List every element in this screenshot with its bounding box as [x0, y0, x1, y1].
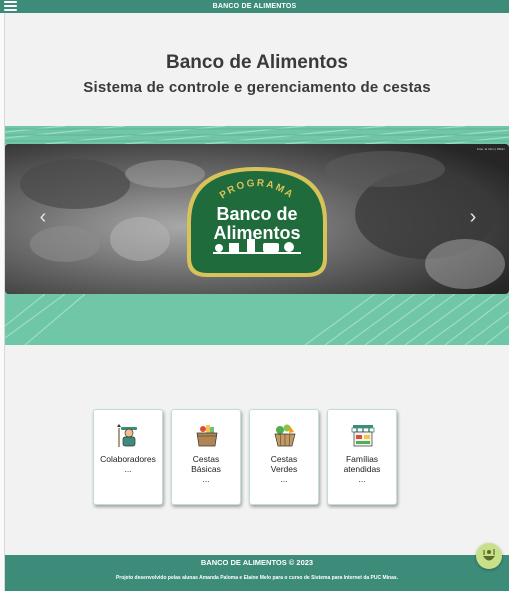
grocery-box-icon [196, 425, 218, 447]
summary-cards: Colaboradores ... Cestas Básicas ... Ces… [93, 409, 397, 505]
photo-credit: Foto: la Vinci | Wikim [477, 147, 505, 151]
logo-line-1: Banco de [216, 204, 298, 224]
footer-title: BANCO DE ALIMENTOS © 2023 [200, 558, 314, 567]
card-label: Colaboradores ... [94, 454, 162, 474]
logo-line-2: Alimentos [213, 223, 301, 243]
card-value: ... [280, 474, 288, 484]
card-colaboradores[interactable]: Colaboradores ... [93, 409, 163, 505]
card-familias-atendidas[interactable]: Famílias atendidas ... [327, 409, 397, 505]
card-label: Cestas Verdes ... [250, 454, 318, 484]
card-cestas-verdes[interactable]: Cestas Verdes ... [249, 409, 319, 505]
program-logo: PROGRAMA Banco de Alimentos [177, 159, 337, 283]
farmer-icon [117, 424, 137, 447]
page-subtitle: Sistema de controle e gerenciamento de c… [83, 79, 431, 96]
card-label: Cestas Básicas ... [172, 454, 240, 484]
chevron-right-icon[interactable]: › [463, 206, 483, 229]
card-value: ... [358, 474, 366, 484]
page-title: Banco de Alimentos [166, 52, 348, 73]
topbar-title: BANCO DE ALIMENTOS [212, 3, 297, 10]
market-stall-icon [351, 425, 375, 447]
card-value: ... [202, 474, 210, 484]
chevron-left-icon[interactable]: ‹ [33, 206, 53, 229]
footer-note: Projeto desenvolvido pelas alunas Amanda… [115, 575, 399, 581]
footer: BANCO DE ALIMENTOS © 2023 Projeto desenv… [5, 555, 509, 591]
card-cestas-basicas[interactable]: Cestas Básicas ... [171, 409, 241, 505]
banner: ‹ › Foto: la Vinci | Wikim PROGRAMA Banc… [5, 126, 509, 345]
card-label: Famílias atendidas ... [328, 454, 396, 484]
vegetable-basket-icon [274, 424, 296, 447]
image-carousel[interactable]: ‹ › Foto: la Vinci | Wikim PROGRAMA Banc… [5, 144, 509, 294]
food-bowl-icon[interactable] [476, 543, 502, 569]
food-bowl-glyph [483, 549, 495, 561]
card-value: ... [124, 464, 132, 474]
top-bar: BANCO DE ALIMENTOS [0, 0, 509, 13]
